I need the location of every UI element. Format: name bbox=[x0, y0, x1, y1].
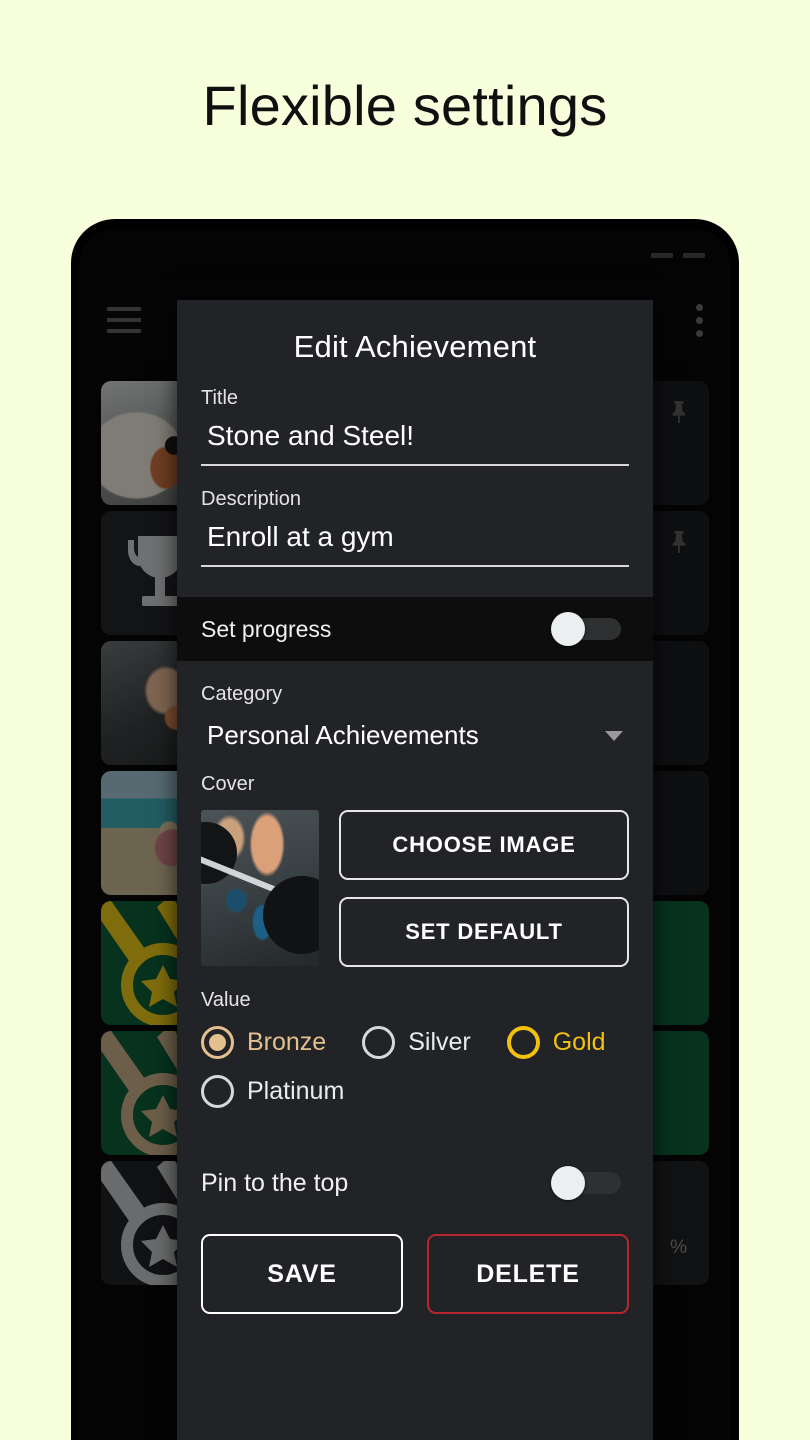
category-section: Category Personal Achievements bbox=[177, 661, 653, 751]
radio-gold-dot bbox=[506, 1026, 540, 1059]
pin-to-top-toggle[interactable] bbox=[551, 1166, 629, 1200]
radio-bronze[interactable]: Bronze bbox=[201, 1026, 326, 1059]
radio-platinum-dot bbox=[201, 1075, 234, 1108]
dialog-actions: SAVE DELETE bbox=[177, 1208, 653, 1338]
promo-page: Flexible settings % Edit Achievement Tit… bbox=[0, 0, 810, 1440]
radio-silver-label: Silver bbox=[408, 1028, 471, 1056]
value-label: Value bbox=[201, 989, 251, 1011]
cover-label: Cover bbox=[201, 773, 255, 795]
phone-screen: % Edit Achievement Title Stone and Steel… bbox=[79, 229, 731, 1440]
description-input[interactable]: Enroll at a gym bbox=[201, 521, 629, 567]
description-field-group: Description Enroll at a gym bbox=[177, 488, 653, 589]
radio-platinum[interactable]: Platinum bbox=[201, 1075, 344, 1108]
choose-image-button[interactable]: CHOOSE IMAGE bbox=[339, 810, 629, 880]
radio-bronze-label: Bronze bbox=[247, 1028, 327, 1056]
page-headline: Flexible settings bbox=[202, 73, 608, 137]
radio-gold[interactable]: Gold bbox=[506, 1026, 606, 1059]
chevron-down-icon[interactable] bbox=[605, 730, 623, 741]
cover-section: Cover CHOOSE IMAGE SET DEFAULT bbox=[177, 751, 653, 967]
pin-to-top-label: Pin to the top bbox=[201, 1168, 349, 1197]
cover-thumbnail[interactable] bbox=[201, 810, 319, 966]
radio-platinum-label: Platinum bbox=[247, 1077, 345, 1105]
title-field-group: Title Stone and Steel! bbox=[177, 387, 653, 488]
set-progress-row[interactable]: Set progress bbox=[177, 597, 653, 661]
title-label: Title bbox=[201, 387, 239, 409]
category-value: Personal Achievements bbox=[207, 720, 479, 750]
set-default-button[interactable]: SET DEFAULT bbox=[339, 897, 629, 967]
edit-achievement-dialog: Edit Achievement Title Stone and Steel! … bbox=[177, 300, 653, 1440]
title-input[interactable]: Stone and Steel! bbox=[201, 420, 629, 466]
set-progress-toggle[interactable] bbox=[551, 612, 629, 646]
delete-button[interactable]: DELETE bbox=[427, 1234, 629, 1314]
radio-bronze-dot bbox=[201, 1026, 234, 1059]
radio-silver-dot bbox=[362, 1026, 396, 1059]
category-label: Category bbox=[201, 683, 283, 705]
category-select[interactable]: Personal Achievements bbox=[201, 720, 629, 751]
pin-to-top-row[interactable]: Pin to the top bbox=[177, 1158, 653, 1208]
save-button[interactable]: SAVE bbox=[201, 1234, 403, 1314]
description-label: Description bbox=[201, 488, 302, 510]
dialog-title: Edit Achievement bbox=[293, 329, 537, 364]
phone-frame: % Edit Achievement Title Stone and Steel… bbox=[71, 219, 739, 1440]
radio-gold-label: Gold bbox=[552, 1028, 606, 1056]
value-section: Value Bronze Silver Gold Platinum bbox=[177, 967, 653, 1124]
radio-silver[interactable]: Silver bbox=[362, 1026, 471, 1059]
set-progress-label: Set progress bbox=[201, 615, 332, 642]
